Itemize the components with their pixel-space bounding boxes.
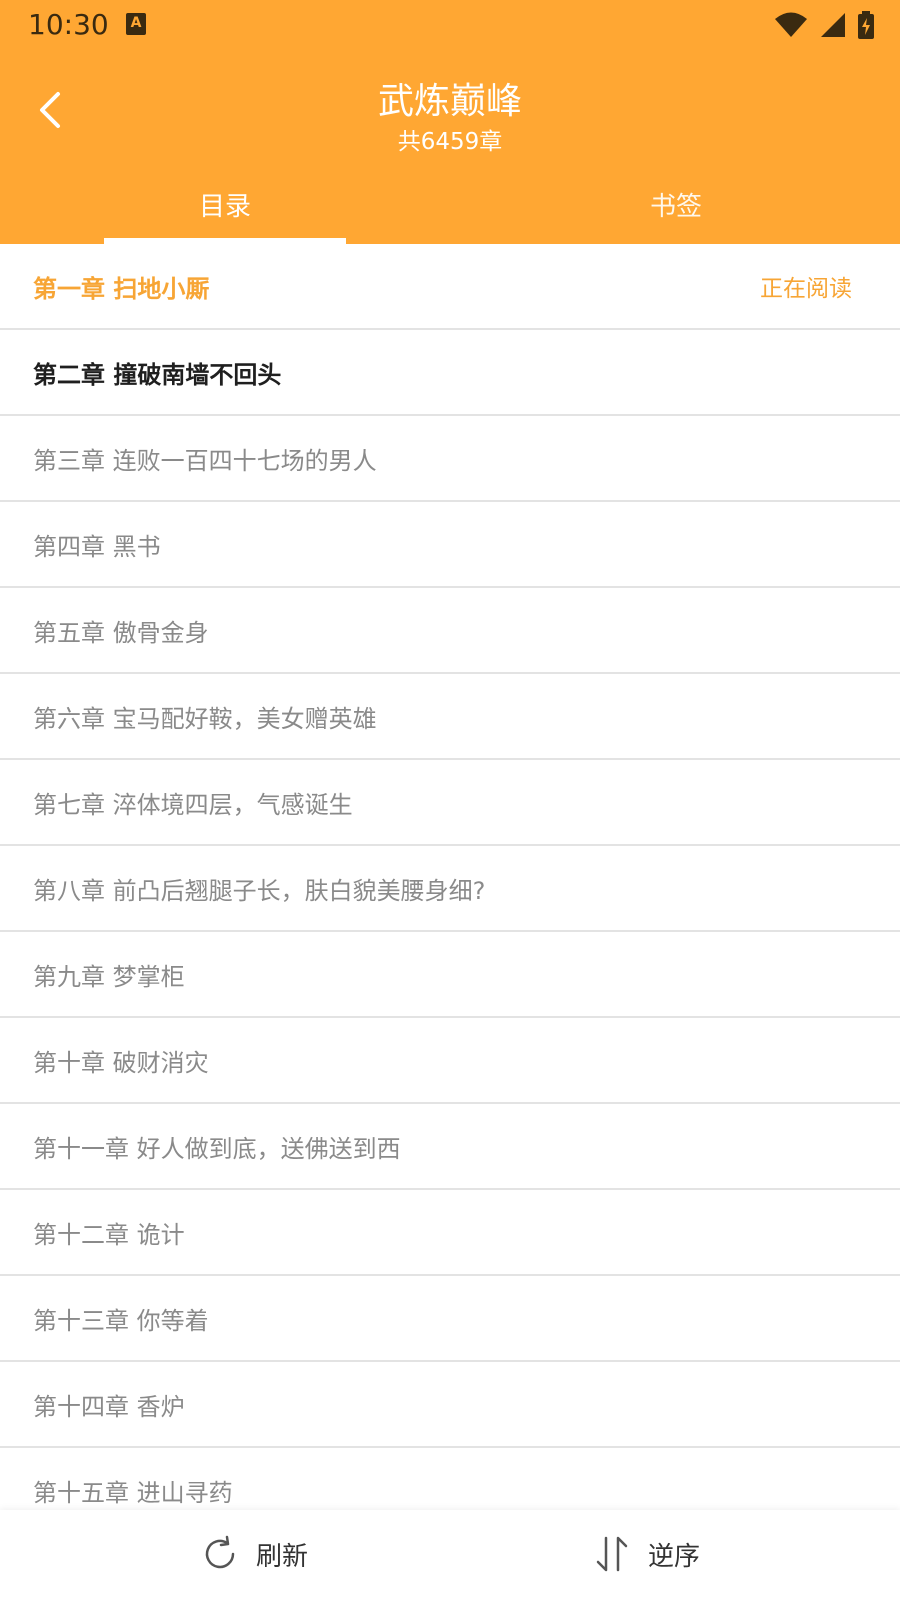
chapter-label: 第十三章 你等着 [33,1306,209,1335]
chapter-row[interactable]: 第五章 傲骨金身 [0,588,900,674]
chapter-label: 第八章 前凸后翘腿子长，肤白貌美腰身细? [33,876,486,905]
sort-reverse-icon [596,1536,628,1572]
tab-contents[interactable]: 目录 [105,184,345,244]
book-title: 武炼巅峰 [377,81,522,122]
chapter-label: 第一章 扫地小厮 [33,274,210,303]
chapter-label: 第十章 破财消灾 [33,1048,209,1077]
chapter-row[interactable]: 第三章 连败一百四十七场的男人 [0,416,900,502]
chapter-list[interactable]: 第一章 扫地小厮 正在阅读 第二章 撞破南墙不回头 第三章 连败一百四十七场的男… [0,244,900,1510]
refresh-icon [205,1535,235,1569]
reverse-order-button[interactable]: 逆序 [592,1524,700,1584]
chapter-label: 第三章 连败一百四十七场的男人 [33,446,377,475]
battery-icon [858,11,874,39]
status-bar: 10:30 A [0,0,900,50]
reading-status: 正在阅读 [760,276,852,302]
chapter-count: 共6459章 [397,129,503,155]
chapter-row[interactable]: 第七章 淬体境四层，气感诞生 [0,760,900,846]
chapter-row[interactable]: 第十一章 好人做到底，送佛送到西 [0,1104,900,1190]
tab-bookmarks[interactable]: 书签 [556,184,796,244]
bottom-toolbar: 刷新 逆序 [0,1510,900,1600]
notification-icon: A [126,13,146,35]
tab-bar: 目录 书签 [0,184,900,244]
chapter-label: 第五章 傲骨金身 [33,618,209,647]
chapter-label: 第七章 淬体境四层，气感诞生 [33,790,353,819]
chapter-label: 第十四章 香炉 [33,1392,185,1421]
chapter-row[interactable]: 第四章 黑书 [0,502,900,588]
chapter-row[interactable]: 第十三章 你等着 [0,1276,900,1362]
status-time: 10:30 [28,8,109,41]
chapter-row[interactable]: 第十五章 进山寻药 [0,1448,900,1510]
signal-icon [821,13,845,37]
reverse-label: 逆序 [648,1541,701,1572]
chapter-label: 第十二章 诡计 [33,1220,185,1249]
chapter-label: 第十一章 好人做到底，送佛送到西 [33,1134,401,1163]
chapter-label: 第二章 撞破南墙不回头 [33,360,282,389]
refresh-label: 刷新 [256,1541,309,1572]
chapter-row[interactable]: 第六章 宝马配好鞍，美女赠英雄 [0,674,900,760]
wifi-icon [775,12,807,37]
chapter-row[interactable]: 第十四章 香炉 [0,1362,900,1448]
chapter-row-current[interactable]: 第一章 扫地小厮 正在阅读 [0,244,900,330]
refresh-button[interactable]: 刷新 [200,1524,308,1584]
chapter-row[interactable]: 第二章 撞破南墙不回头 [0,330,900,416]
chapter-label: 第四章 黑书 [33,532,161,561]
chapter-row[interactable]: 第十二章 诡计 [0,1190,900,1276]
chapter-label: 第六章 宝马配好鞍，美女赠英雄 [33,704,377,733]
chapter-label: 第九章 梦掌柜 [33,962,185,991]
notification-letter: A [130,15,142,31]
app-header: 10:30 A 武炼巅峰 共6459章 目录 书签 [0,0,900,244]
chapter-row[interactable]: 第九章 梦掌柜 [0,932,900,1018]
chapter-row[interactable]: 第八章 前凸后翘腿子长，肤白貌美腰身细? [0,846,900,932]
chapter-label: 第十五章 进山寻药 [33,1478,233,1507]
chapter-row[interactable]: 第十章 破财消灾 [0,1018,900,1104]
